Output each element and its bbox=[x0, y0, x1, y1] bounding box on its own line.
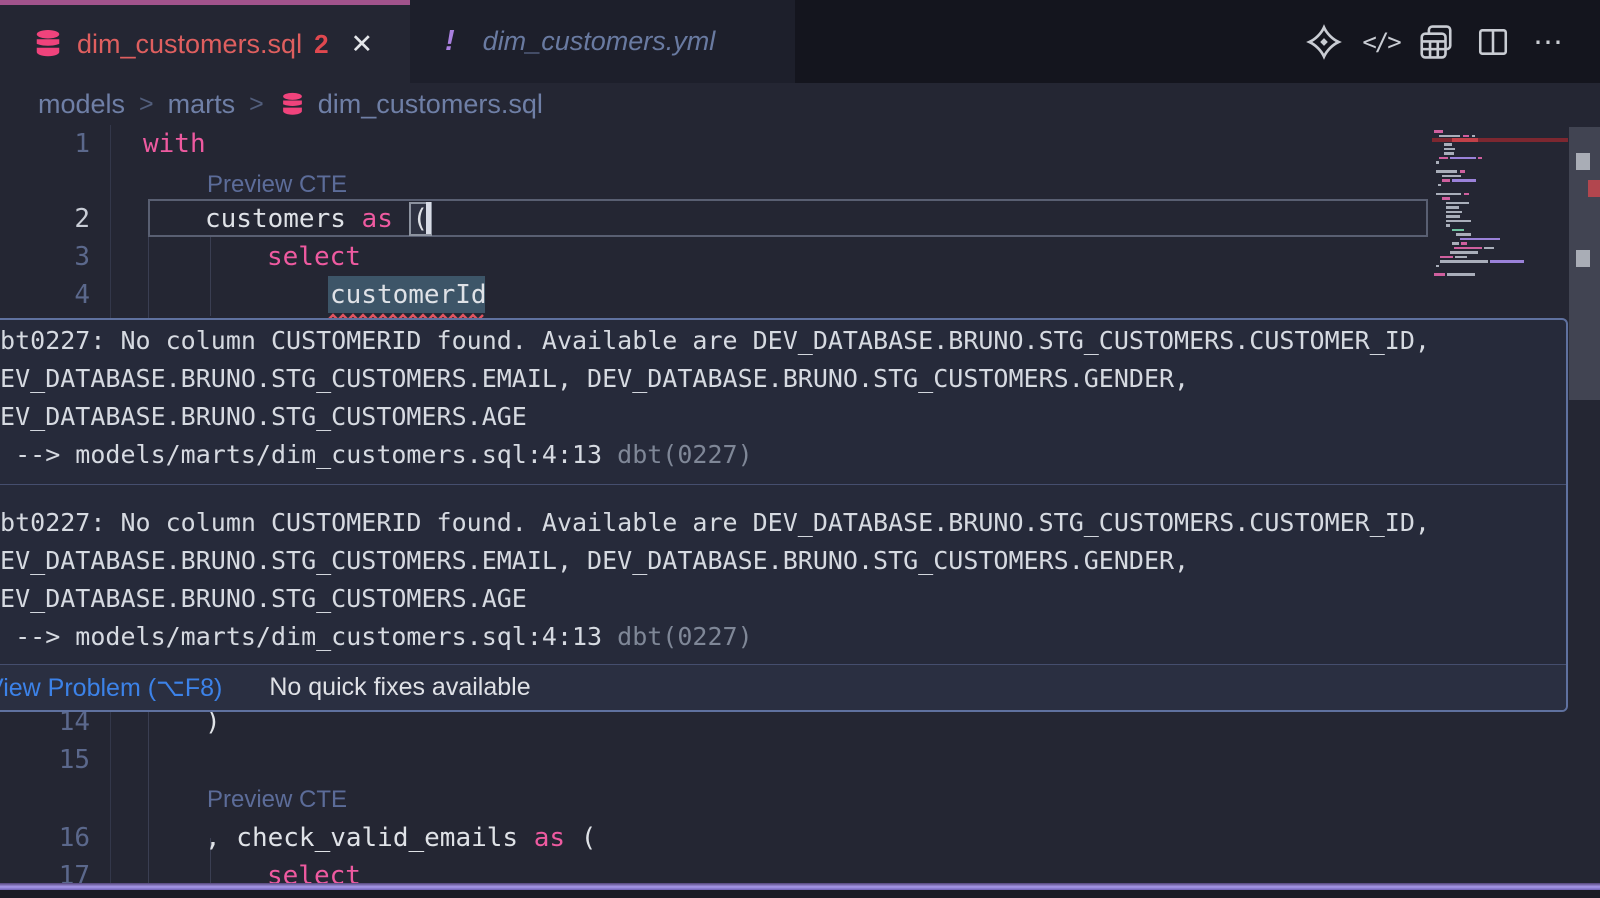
code-line-1: with bbox=[143, 125, 206, 163]
code-line-2: customers as ( bbox=[205, 200, 432, 238]
panel-divider-bar[interactable] bbox=[0, 883, 1600, 890]
editor-window: dim_customers.sql 2 ✕ ! dim_customers.ym… bbox=[0, 0, 1600, 898]
breadcrumb-marts[interactable]: marts bbox=[168, 89, 236, 120]
tab-dim-customers-sql[interactable]: dim_customers.sql 2 ✕ bbox=[0, 0, 410, 83]
error-text: dbt0227: No column CUSTOMERID found. Ava… bbox=[0, 504, 1566, 542]
tab-label: dim_customers.sql bbox=[77, 29, 302, 60]
error-text: DEV_DATABASE.BRUNO.STG_CUSTOMERS.AGE bbox=[0, 398, 1566, 436]
compiled-code-icon[interactable]: </> bbox=[1359, 20, 1403, 64]
tab-label: dim_customers.yml bbox=[483, 26, 716, 57]
keyword-as: as bbox=[362, 204, 393, 234]
breadcrumb: models > marts > dim_customers.sql bbox=[0, 83, 1600, 125]
error-source-code: dbt(0227) bbox=[617, 622, 752, 651]
panel-edge bbox=[0, 890, 1600, 898]
breadcrumb-models[interactable]: models bbox=[38, 89, 125, 120]
line-number: 4 bbox=[0, 276, 90, 314]
line-number: 16 bbox=[0, 819, 90, 857]
chevron-right-icon: > bbox=[249, 90, 264, 119]
error-exclamation-icon: ! bbox=[445, 25, 455, 58]
error-hover-tooltip: dbt0227: No column CUSTOMERID found. Ava… bbox=[0, 318, 1568, 712]
minimap-error-segment bbox=[1452, 138, 1478, 142]
minimap-lines bbox=[1434, 0, 1548, 300]
line-number: 1 bbox=[0, 125, 90, 163]
keyword-with: with bbox=[143, 129, 206, 159]
breadcrumb-file[interactable]: dim_customers.sql bbox=[318, 89, 543, 120]
error-message-block: dbt0227: No column CUSTOMERID found. Ava… bbox=[0, 485, 1566, 656]
tab-dim-customers-yml[interactable]: ! dim_customers.yml bbox=[410, 0, 795, 83]
error-location: --> models/marts/dim_customers.sql:4:13 … bbox=[0, 436, 1566, 474]
view-problem-link[interactable]: View Problem (⌥F8) bbox=[0, 673, 222, 703]
error-identifier: customerId bbox=[330, 280, 487, 310]
code-lens-preview-cte[interactable]: Preview CTE bbox=[207, 782, 347, 818]
no-quick-fixes-text: No quick fixes available bbox=[269, 673, 530, 702]
error-text: dbt0227: No column CUSTOMERID found. Ava… bbox=[0, 322, 1566, 360]
code-line-3: select bbox=[267, 238, 361, 276]
keyword-as: as bbox=[534, 823, 565, 853]
code-lens-preview-cte[interactable]: Preview CTE bbox=[207, 167, 347, 203]
indent-guide bbox=[210, 237, 211, 316]
line-number-active: 2 bbox=[0, 200, 90, 238]
scrollbar-overview-ruler[interactable] bbox=[1569, 127, 1600, 400]
database-icon bbox=[33, 29, 63, 59]
cte-name: , check_valid_emails bbox=[205, 823, 518, 853]
line-number: 15 bbox=[0, 741, 90, 779]
line-number: 3 bbox=[0, 238, 90, 276]
text-cursor bbox=[426, 202, 431, 234]
cte-name: customers bbox=[205, 204, 346, 234]
close-icon[interactable]: ✕ bbox=[351, 29, 374, 60]
error-text: DEV_DATABASE.BRUNO.STG_CUSTOMERS.AGE bbox=[0, 580, 1566, 618]
chevron-right-icon: > bbox=[139, 90, 154, 119]
error-message-block: dbt0227: No column CUSTOMERID found. Ava… bbox=[0, 320, 1566, 474]
tab-bar: dim_customers.sql 2 ✕ ! dim_customers.ym… bbox=[0, 0, 1600, 83]
ruler-mark bbox=[1576, 250, 1590, 267]
dbt-power-user-icon[interactable] bbox=[1302, 20, 1346, 64]
ruler-error-mark bbox=[1588, 180, 1600, 197]
code-line-16: , check_valid_emails as ( bbox=[205, 819, 596, 857]
error-text: DEV_DATABASE.BRUNO.STG_CUSTOMERS.EMAIL, … bbox=[0, 542, 1566, 580]
quick-fix-row: View Problem (⌥F8) No quick fixes availa… bbox=[0, 664, 1566, 710]
ruler-mark bbox=[1576, 153, 1590, 170]
error-text: DEV_DATABASE.BRUNO.STG_CUSTOMERS.EMAIL, … bbox=[0, 360, 1566, 398]
modified-count-badge: 2 bbox=[314, 29, 328, 60]
keyword-select: select bbox=[267, 242, 361, 272]
error-source-code: dbt(0227) bbox=[617, 440, 752, 469]
database-icon bbox=[280, 92, 305, 117]
error-location: --> models/marts/dim_customers.sql:4:13 … bbox=[0, 618, 1566, 656]
open-paren: ( bbox=[581, 823, 597, 853]
